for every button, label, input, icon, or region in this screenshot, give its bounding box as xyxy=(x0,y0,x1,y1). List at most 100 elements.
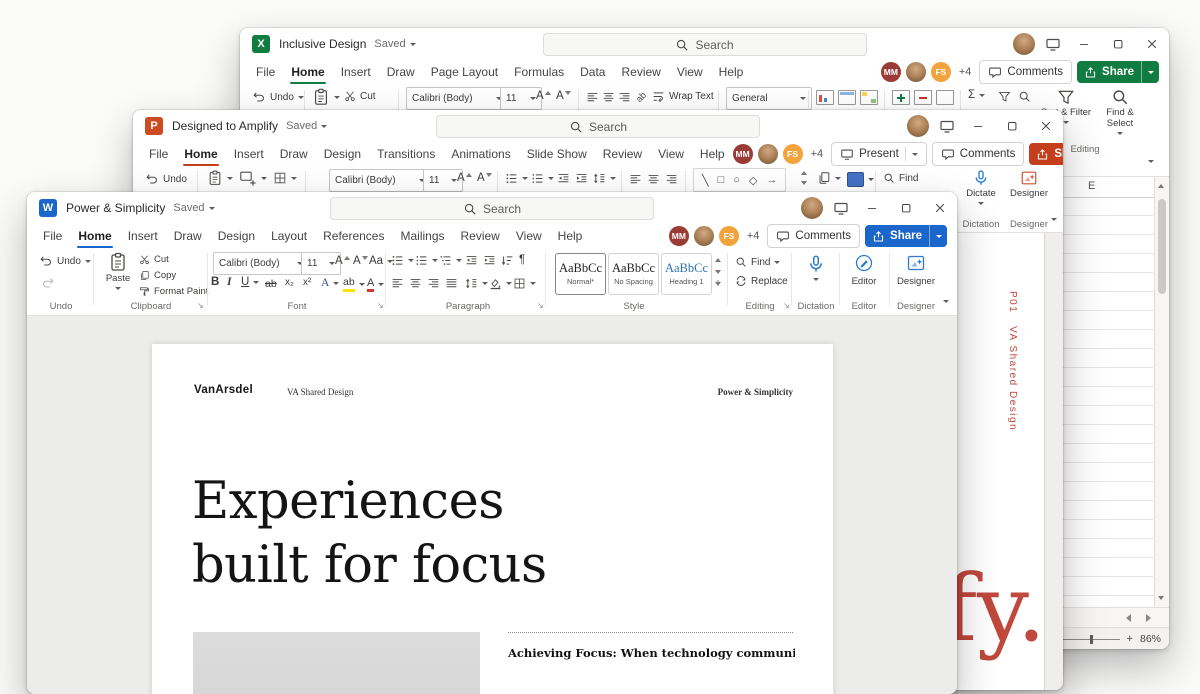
superscript-button[interactable]: x² xyxy=(303,278,311,288)
excel-find-select-button[interactable]: Find & Select xyxy=(1094,88,1146,135)
bold-button[interactable]: B xyxy=(211,276,219,289)
collaborator-avatar-fs[interactable]: FS xyxy=(782,144,803,164)
align-center-button[interactable] xyxy=(602,91,615,104)
excel-menu-insert[interactable]: Insert xyxy=(333,60,379,84)
word-close-button[interactable] xyxy=(923,192,957,224)
quick-styles-button[interactable] xyxy=(847,172,874,187)
excel-app-icon[interactable]: X xyxy=(252,35,270,53)
zoom-in-button[interactable]: + xyxy=(1127,633,1133,645)
powerpoint-find-button[interactable]: Find xyxy=(883,172,918,184)
powerpoint-font-name-select[interactable]: Calibri (Body) xyxy=(329,169,431,192)
shape-oval-icon[interactable]: ○ xyxy=(733,174,740,186)
excel-menu-view[interactable]: View xyxy=(669,60,711,84)
collaborator-avatar-photo[interactable] xyxy=(905,62,926,82)
word-menu-insert[interactable]: Insert xyxy=(120,224,166,248)
new-slide-button[interactable] xyxy=(239,169,267,187)
shrink-font-button[interactable]: A xyxy=(477,172,492,185)
format-as-table-button[interactable] xyxy=(838,90,856,105)
excel-number-format-select[interactable]: General xyxy=(726,87,812,110)
word-save-status[interactable]: Saved xyxy=(173,202,215,214)
excel-cut-button[interactable]: Cut xyxy=(344,90,376,102)
word-menu-layout[interactable]: Layout xyxy=(263,224,315,248)
align-center-button[interactable] xyxy=(647,173,660,186)
word-font-name-select[interactable]: Calibri (Body) xyxy=(213,252,309,275)
delete-cells-button[interactable] xyxy=(914,90,932,105)
excel-minimize-button[interactable] xyxy=(1067,28,1101,60)
word-minimize-button[interactable] xyxy=(855,192,889,224)
collaborator-avatar-photo[interactable] xyxy=(757,144,778,164)
word-share-button[interactable]: Share xyxy=(865,225,947,247)
document-image-placeholder[interactable] xyxy=(193,632,480,694)
line-spacing-button[interactable] xyxy=(465,277,488,290)
word-menu-mailings[interactable]: Mailings xyxy=(392,224,452,248)
outdent-button[interactable] xyxy=(465,254,478,267)
shapes-scroll-down-icon[interactable] xyxy=(801,181,807,185)
excel-menu-data[interactable]: Data xyxy=(572,60,613,84)
shape-rectangle-icon[interactable]: □ xyxy=(718,174,725,186)
share-screen-icon[interactable] xyxy=(939,118,955,134)
bullets-button[interactable] xyxy=(505,172,528,185)
word-paste-button[interactable]: Paste xyxy=(101,252,135,290)
excel-menu-file[interactable]: File xyxy=(248,60,283,84)
styles-scroll-up-icon[interactable] xyxy=(715,258,721,262)
sort-button[interactable] xyxy=(501,254,514,267)
word-format-painter-button[interactable]: Format Paint xyxy=(139,286,208,297)
styles-scroll-down-icon[interactable] xyxy=(715,270,721,274)
outdent-button[interactable] xyxy=(557,172,570,185)
powerpoint-share-button[interactable]: Share xyxy=(1029,143,1063,165)
align-left-button[interactable] xyxy=(629,173,642,186)
justify-button[interactable] xyxy=(445,277,458,290)
powerpoint-save-status[interactable]: Saved xyxy=(286,120,328,132)
excel-undo-button[interactable]: Undo xyxy=(252,90,304,104)
align-right-button[interactable] xyxy=(427,277,440,290)
word-maximize-button[interactable] xyxy=(889,192,923,224)
scrollbar-thumb[interactable] xyxy=(1158,199,1166,294)
text-effects-button[interactable]: A xyxy=(321,277,340,289)
multilevel-list-button[interactable] xyxy=(439,254,462,267)
collaborator-avatar-mm[interactable]: MM xyxy=(732,144,753,164)
word-redo-button[interactable] xyxy=(41,276,55,290)
word-undo-button[interactable]: Undo xyxy=(39,254,91,268)
dialog-launcher-icon[interactable]: ↘ xyxy=(537,302,544,310)
format-cells-button[interactable] xyxy=(936,90,954,105)
word-menu-draw[interactable]: Draw xyxy=(166,224,210,248)
shape-line-icon[interactable]: ╲ xyxy=(702,174,709,187)
dialog-launcher-icon[interactable]: ↘ xyxy=(377,302,384,310)
shape-diamond-icon[interactable]: ◇ xyxy=(749,174,757,187)
excel-maximize-button[interactable] xyxy=(1101,28,1135,60)
powerpoint-search-input[interactable]: Search xyxy=(436,115,760,138)
excel-menu-page-layout[interactable]: Page Layout xyxy=(423,60,506,84)
align-left-button[interactable] xyxy=(391,277,404,290)
excel-paste-button[interactable] xyxy=(312,88,340,106)
zoom-level[interactable]: 86% xyxy=(1140,633,1161,645)
grow-font-button[interactable]: A xyxy=(457,172,472,185)
excel-close-button[interactable] xyxy=(1135,28,1169,60)
underline-button[interactable]: U xyxy=(241,276,260,289)
word-find-button[interactable]: Find xyxy=(735,256,781,268)
excel-menu-help[interactable]: Help xyxy=(711,60,752,84)
excel-search-input[interactable]: Search xyxy=(542,33,867,56)
word-menu-file[interactable]: File xyxy=(35,224,70,248)
powerpoint-menu-draw[interactable]: Draw xyxy=(272,142,316,166)
powerpoint-menu-slide-show[interactable]: Slide Show xyxy=(519,142,595,166)
user-avatar[interactable] xyxy=(1013,33,1035,55)
word-designer-button[interactable] xyxy=(906,253,926,273)
word-menu-view[interactable]: View xyxy=(508,224,550,248)
align-left-button[interactable] xyxy=(586,91,599,104)
style-heading-1[interactable]: AaBbCc Heading 1 xyxy=(661,253,712,295)
subscript-button[interactable]: x₂ xyxy=(285,278,294,288)
powerpoint-minimize-button[interactable] xyxy=(961,110,995,142)
powerpoint-maximize-button[interactable] xyxy=(995,110,1029,142)
arrange-button[interactable] xyxy=(817,171,841,185)
excel-grow-font-button[interactable]: A xyxy=(536,90,551,103)
user-avatar[interactable] xyxy=(907,115,929,137)
change-case-button[interactable]: Aa xyxy=(369,255,394,268)
powerpoint-present-button[interactable]: Present xyxy=(831,142,927,166)
word-dictate-button[interactable] xyxy=(806,254,826,274)
autosum-button[interactable]: Σ xyxy=(968,89,986,102)
insert-cells-button[interactable] xyxy=(892,90,910,105)
excel-font-name-select[interactable]: Calibri (Body) xyxy=(406,87,508,110)
show-formatting-button[interactable]: ¶ xyxy=(519,254,525,267)
word-cut-button[interactable]: Cut xyxy=(139,254,169,265)
powerpoint-menu-help[interactable]: Help xyxy=(692,142,733,166)
